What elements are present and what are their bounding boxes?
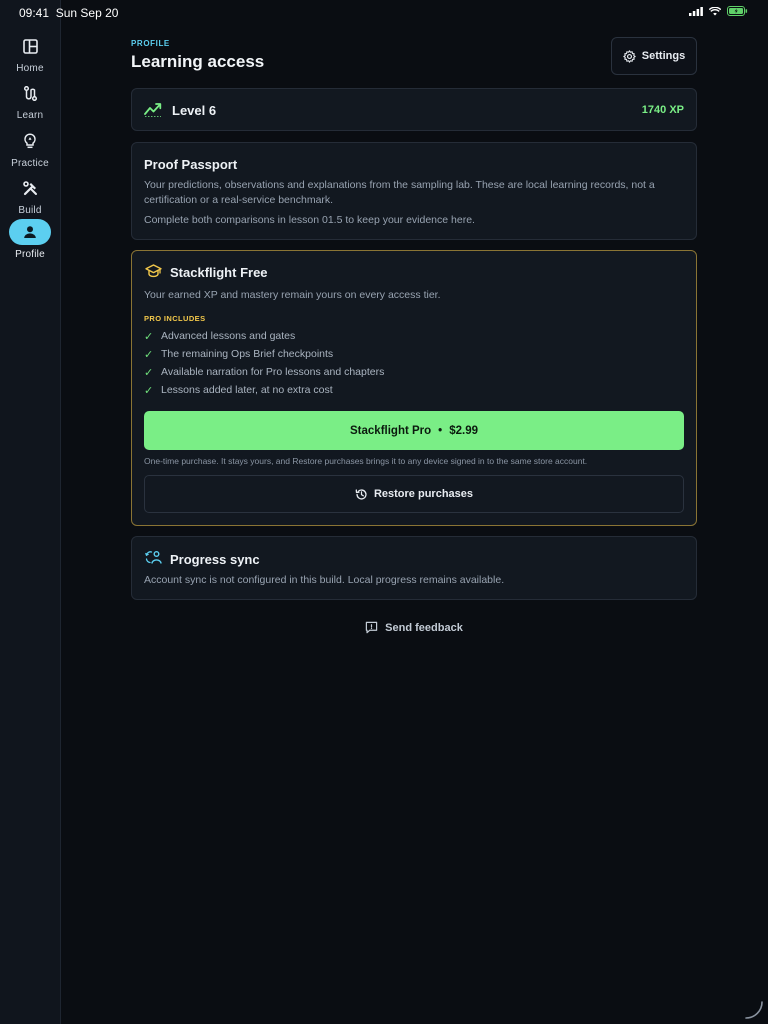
- lightbulb-icon: [24, 133, 36, 149]
- sidebar: Home Learn Practice Build Profile: [0, 0, 61, 1024]
- card-title: Proof Passport: [144, 157, 238, 172]
- nav-icon-wrap: [9, 80, 51, 106]
- status-bar: 09:41 Sun Sep 20: [0, 0, 768, 24]
- sidebar-item-label: Learn: [16, 110, 44, 121]
- restore-purchases-button[interactable]: Restore purchases: [144, 475, 684, 513]
- check-icon: ✓: [144, 330, 154, 343]
- proof-passport-card: Proof Passport Your predictions, observa…: [131, 142, 697, 240]
- feature-item: ✓ The remaining Ops Brief checkpoints: [144, 346, 333, 362]
- feedback-label: Send feedback: [385, 621, 463, 634]
- feature-label: The remaining Ops Brief checkpoints: [161, 348, 334, 360]
- card-title: Progress sync: [170, 552, 260, 567]
- trending-up-icon: [144, 103, 162, 117]
- nav-icon-wrap: [9, 175, 51, 201]
- path-icon: [23, 85, 37, 101]
- scroll-indicator-icon: [745, 1001, 763, 1019]
- feature-label: Available narration for Pro lessons and …: [161, 366, 385, 378]
- nav-icon-wrap: [9, 128, 51, 154]
- sync-description: Account sync is not configured in this b…: [144, 574, 505, 586]
- page-title: Learning access: [131, 52, 265, 71]
- sidebar-item-label: Practice: [11, 158, 49, 169]
- passport-hint: Complete both comparisons in lesson 01.5…: [144, 214, 475, 226]
- buy-pro-button[interactable]: Stackflight Pro • $2.99: [144, 411, 684, 450]
- progress-sync-card: Progress sync Account sync is not config…: [131, 536, 697, 600]
- restore-label: Restore purchases: [373, 488, 474, 500]
- sidebar-item-build[interactable]: Build: [0, 175, 60, 216]
- feature-label: Advanced lessons and gates: [161, 330, 296, 342]
- settings-label: Settings: [641, 50, 686, 62]
- sidebar-item-label: Profile: [15, 249, 45, 260]
- access-tier-card: Stackflight Free Your earned XP and mast…: [131, 250, 697, 526]
- feature-item: ✓ Lessons added later, at no extra cost: [144, 382, 333, 398]
- section-eyebrow: PROFILE: [131, 39, 170, 48]
- sidebar-item-label: Build: [18, 205, 42, 216]
- check-icon: ✓: [144, 384, 154, 397]
- access-subtitle: Your earned XP and mastery remain yours …: [144, 289, 441, 301]
- status-date: Sun Sep 20: [55, 6, 119, 20]
- sidebar-item-practice[interactable]: Practice: [0, 128, 60, 169]
- wifi-icon: [709, 6, 721, 15]
- gear-icon: [623, 49, 636, 63]
- message-icon: [365, 621, 378, 634]
- person-icon: [24, 226, 36, 238]
- feature-label: Lessons added later, at no extra cost: [161, 384, 333, 396]
- nav-icon-wrap: [9, 219, 51, 245]
- settings-button[interactable]: Settings: [611, 37, 697, 75]
- buy-label: Stackflight Pro: [350, 424, 432, 437]
- graduation-cap-icon: [145, 264, 162, 278]
- feature-item: ✓ Advanced lessons and gates: [144, 328, 295, 344]
- level-label: Level 6: [172, 103, 217, 118]
- check-icon: ✓: [144, 348, 154, 361]
- nav-icon-wrap: [9, 33, 51, 59]
- status-clock: 09:41 Sun Sep 20: [19, 6, 118, 20]
- feature-item: ✓ Available narration for Pro lessons an…: [144, 364, 384, 380]
- passport-description: Your predictions, observations and expla…: [144, 179, 655, 206]
- card-title: Stackflight Free: [170, 265, 268, 280]
- check-icon: ✓: [144, 366, 154, 379]
- level-card: Level 6 1740 XP: [131, 88, 697, 131]
- sidebar-item-profile[interactable]: Profile: [0, 219, 60, 260]
- purchase-fine-print: One-time purchase. It stays yours, and R…: [144, 456, 588, 466]
- pro-includes-label: PRO INCLUDES: [144, 314, 206, 323]
- send-feedback-button[interactable]: Send feedback: [131, 621, 697, 634]
- signal-icon: [689, 6, 703, 16]
- xp-value: 1740 XP: [641, 104, 684, 116]
- history-icon: [355, 488, 367, 500]
- battery-icon: [727, 6, 748, 16]
- tools-icon: [22, 180, 37, 195]
- layout-grid-icon: [22, 38, 38, 54]
- sync-icon: [145, 551, 162, 564]
- status-icons: [689, 6, 748, 16]
- sidebar-item-learn[interactable]: Learn: [0, 80, 60, 121]
- sidebar-item-home[interactable]: Home: [0, 33, 60, 74]
- buy-separator: •: [438, 424, 443, 437]
- sidebar-item-label: Home: [16, 63, 44, 74]
- status-time: 09:41: [19, 6, 50, 20]
- price-label: $2.99: [449, 424, 478, 437]
